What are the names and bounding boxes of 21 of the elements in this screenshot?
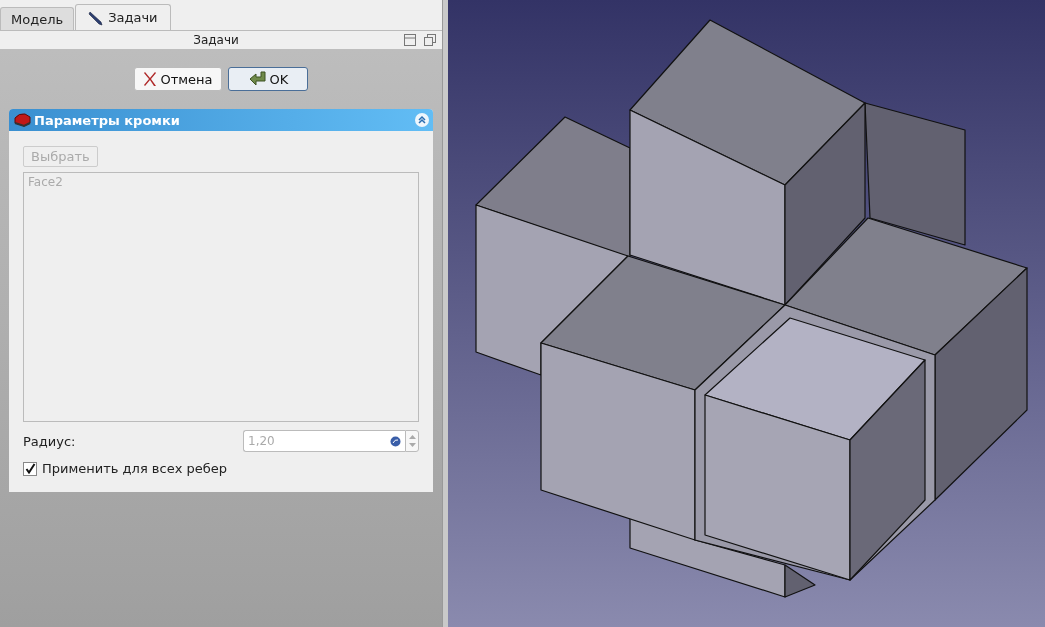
ok-button[interactable]: OK [227,67,308,91]
cross-icon [143,71,158,87]
expression-icon [390,435,401,447]
radius-field[interactable]: 1,20 [243,430,405,452]
enter-arrow-icon [248,71,267,87]
checkbox[interactable] [23,461,37,476]
fillet-icon [13,112,31,128]
dock-icon[interactable] [404,34,416,46]
panel-title: Задачи [192,33,240,47]
pencil-icon [88,9,105,26]
collapse-button[interactable] [415,113,429,127]
list-item[interactable]: Face2 [28,175,414,189]
float-icon[interactable] [424,34,436,46]
face-list[interactable]: Face2 [23,172,419,422]
radius-label: Радиус: [23,433,77,449]
tab[interactable]: Задачи [75,4,171,30]
checkbox-label: Применить для всех ребер [42,461,227,476]
tab[interactable]: Модель [0,7,75,30]
section-header[interactable]: Параметры кромки [9,109,433,131]
section-title: Параметры кромки [34,112,181,128]
cancel-button[interactable]: Отмена [134,67,222,91]
